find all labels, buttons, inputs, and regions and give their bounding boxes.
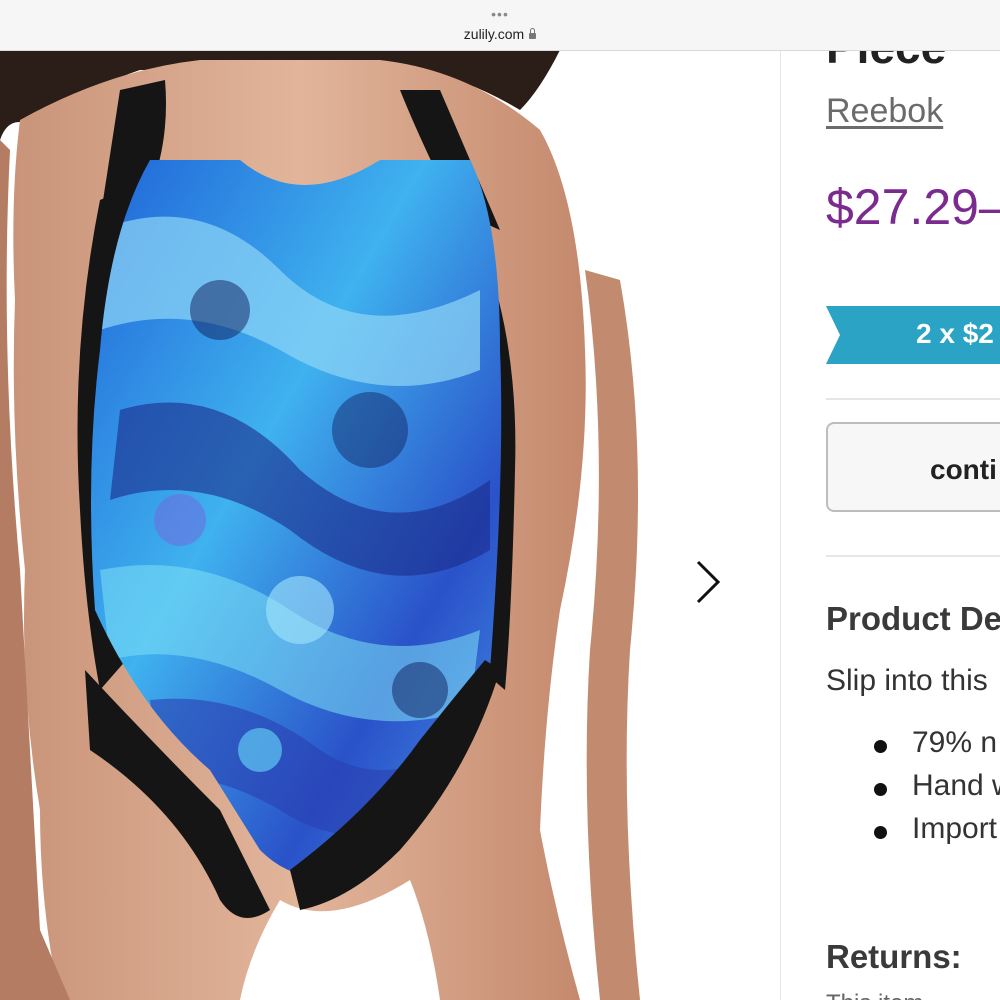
url-display[interactable]: zulily.com [0, 26, 1000, 42]
returns-heading: Returns: [826, 938, 962, 975]
returns-text: This item [826, 990, 923, 1000]
lock-icon [529, 28, 537, 39]
feature-list: 79% n Hand w Import [872, 726, 1000, 855]
next-image-chevron-right-icon[interactable] [690, 560, 730, 604]
product-image [0, 50, 640, 1000]
product-details-heading: Product De [826, 600, 1000, 637]
promo-banner: 2 x $2 [826, 306, 1000, 364]
url-text: zulily.com [463, 26, 525, 42]
promo-text: 2 x $2 [916, 318, 994, 349]
product-description: Slip into this [826, 664, 988, 697]
list-item: Hand w [872, 769, 1000, 812]
continue-button[interactable]: conti [826, 422, 1000, 512]
list-item: Import [872, 812, 1000, 855]
pane-divider [780, 50, 781, 1000]
product-details-panel: Piece Reebok $27.29– 2 x $2 conti Produc… [826, 50, 1000, 1000]
product-image-gallery[interactable] [0, 50, 780, 1000]
continue-button-label: conti [930, 454, 997, 485]
more-options-icon[interactable]: ••• [0, 7, 1000, 21]
brand-link[interactable]: Reebok [826, 92, 943, 131]
browser-address-bar[interactable]: ••• zulily.com [0, 0, 1000, 51]
divider [826, 398, 1000, 400]
price: $27.29– [826, 179, 1000, 235]
divider [826, 555, 1000, 557]
product-title: Piece [826, 50, 946, 72]
list-item: 79% n [872, 726, 1000, 769]
